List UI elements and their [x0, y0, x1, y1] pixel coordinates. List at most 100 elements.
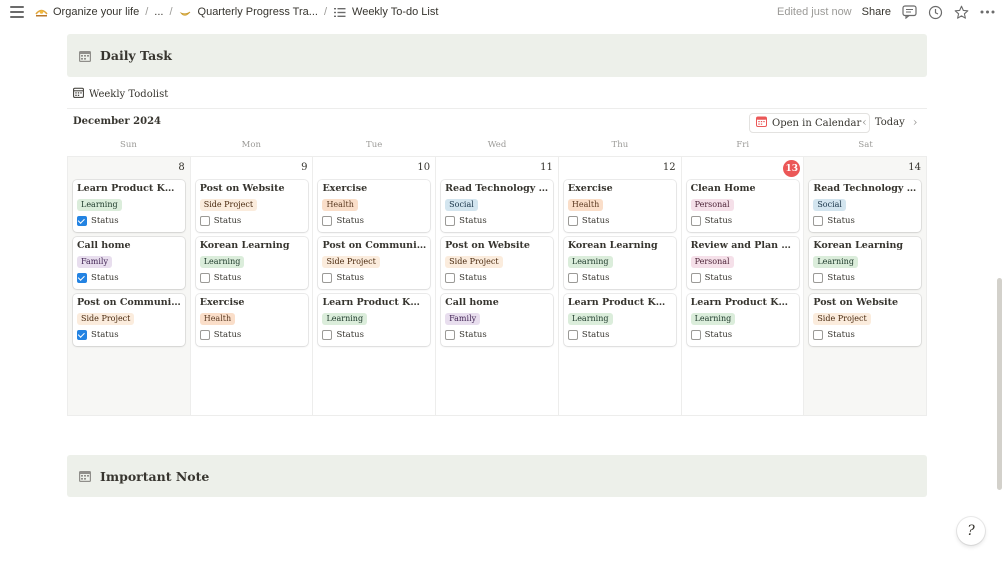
checkbox[interactable]	[322, 216, 333, 226]
task-card[interactable]: Post on Website Side Project Status	[195, 180, 308, 232]
task-card[interactable]: Exercise Health Status	[195, 294, 308, 346]
task-card[interactable]: Read Technology News Social Status	[809, 180, 922, 232]
category-tag: Learning	[322, 313, 368, 325]
task-card[interactable]: Review and Plan for ... Personal Status	[686, 237, 799, 289]
task-card[interactable]: Clean Home Personal Status	[686, 180, 799, 232]
open-in-calendar-button[interactable]: Open in Calendar	[749, 113, 871, 133]
task-card[interactable]: Learn Product Knowl... Learning Status	[563, 294, 676, 346]
chevron-right-icon[interactable]: ›	[913, 115, 918, 129]
task-card[interactable]: Learn Product Knowl... Learning Status	[73, 180, 185, 232]
checkbox[interactable]	[690, 216, 701, 226]
status-row: Status	[690, 216, 795, 226]
status-row: Status	[199, 330, 304, 340]
category-tag: Learning	[690, 313, 736, 325]
category-tag: Social	[445, 199, 478, 211]
task-title: Post on Website	[199, 183, 285, 194]
checkbox-checked[interactable]	[77, 330, 87, 340]
status-row: Status	[445, 216, 549, 226]
breadcrumb-item-weekly[interactable]: Weekly To-do List	[333, 5, 438, 19]
task-card[interactable]: Korean Learning Learning Status	[809, 237, 922, 289]
day-cell[interactable]: 11Read Technology NewsSocialStatusPost o…	[436, 157, 559, 415]
chevron-left-icon[interactable]: ‹	[862, 115, 867, 129]
breadcrumb-separator: /	[323, 6, 328, 18]
checkbox[interactable]	[445, 330, 456, 340]
menu-icon[interactable]	[10, 6, 24, 18]
more-icon[interactable]	[979, 4, 995, 20]
weekday-label: Fri	[736, 140, 750, 150]
task-title: Korean Learning	[567, 240, 658, 251]
task-card[interactable]: Korean Learning Learning Status	[563, 237, 676, 289]
weekday-label: Wed	[487, 140, 507, 150]
checkbox[interactable]	[199, 216, 210, 226]
day-cell[interactable]: 14Read Technology NewsSocialStatusKorean…	[804, 157, 928, 415]
checkbox[interactable]	[322, 330, 333, 340]
status-row: Status	[690, 273, 795, 283]
share-button[interactable]: Share	[862, 6, 891, 18]
checkbox[interactable]	[813, 330, 824, 340]
help-button[interactable]: ?	[957, 517, 985, 545]
breadcrumb-item-organize[interactable]: Organize your life	[34, 5, 139, 19]
day-cell[interactable]: 9 Post on Website Side Project Status Korean…	[191, 157, 314, 415]
checkbox[interactable]	[445, 216, 456, 226]
day-number: 8	[178, 162, 185, 173]
checkbox[interactable]	[690, 330, 701, 340]
breadcrumb-item-quarterly[interactable]: Quarterly Progress Tra...	[179, 5, 318, 19]
breadcrumb: Organize your life / ... / Quarterly Pro…	[34, 5, 438, 19]
status-row: Status	[567, 330, 672, 340]
task-title: Clean Home	[690, 183, 756, 194]
task-card[interactable]: Post on Community Side Project Status	[73, 294, 185, 346]
checkbox[interactable]	[199, 273, 210, 283]
checkbox-checked[interactable]	[77, 273, 87, 283]
category-tag: Personal	[690, 199, 734, 211]
checkbox[interactable]	[322, 273, 333, 283]
task-card[interactable]: Korean Learning Learning Status	[195, 237, 308, 289]
task-title: Post on Community	[77, 297, 181, 308]
task-card[interactable]: Call home Family Status	[73, 237, 185, 289]
checkbox[interactable]	[567, 330, 578, 340]
database-title[interactable]: Weekly Todolist	[73, 87, 168, 101]
task-card[interactable]: Post on Website Side Project Status	[441, 237, 554, 289]
day-cell[interactable]: 10 Exercise Health Status Post on Community S…	[313, 157, 437, 415]
task-title: Exercise	[567, 183, 613, 194]
checkbox[interactable]	[199, 330, 210, 340]
status-row: Status	[690, 330, 795, 340]
checkbox[interactable]	[813, 216, 824, 226]
history-icon[interactable]	[927, 4, 943, 20]
breadcrumb-item-ellipsis[interactable]: ...	[154, 6, 163, 18]
day-cell[interactable]: 13 Clean Home Personal Status Review and Pla…	[682, 157, 805, 415]
task-title: Learn Product Knowl...	[567, 297, 672, 308]
task-card[interactable]: Post on Website Side Project Status	[809, 294, 922, 346]
task-card[interactable]: Exercise Health Status	[318, 180, 431, 232]
checkbox[interactable]	[813, 273, 824, 283]
database-title-label: Weekly Todolist	[89, 88, 169, 100]
breadcrumb-label: ...	[154, 6, 164, 18]
category-tag: Learning	[77, 199, 122, 211]
task-card[interactable]: Exercise Health Status	[563, 180, 676, 232]
status-row: Status	[813, 330, 917, 340]
daily-task-callout: Daily Task	[67, 34, 927, 77]
status-row: Status	[199, 273, 304, 283]
month-label: December 2024	[73, 116, 162, 127]
task-card[interactable]: Read Technology News Social Status	[441, 180, 554, 232]
category-tag: Family	[445, 313, 481, 325]
task-card[interactable]: Learn Product Knowl... Learning Status	[686, 294, 799, 346]
top-bar: Organize your life / ... / Quarterly Pro…	[0, 0, 1005, 26]
comment-icon[interactable]	[901, 4, 917, 20]
scrollbar[interactable]	[997, 278, 1002, 490]
task-card[interactable]: Learn Product Knowl... Learning Status	[318, 294, 431, 346]
status-row: Status	[77, 273, 181, 283]
checkbox-checked[interactable]	[77, 216, 87, 226]
task-card[interactable]: Post on Community Side Project Status	[318, 237, 431, 289]
checkbox[interactable]	[567, 273, 578, 283]
checkbox[interactable]	[567, 216, 578, 226]
today-button[interactable]: Today	[875, 117, 905, 128]
day-cell[interactable]: 12 Exercise Health Status Korean Learning Lea…	[559, 157, 682, 415]
day-cell[interactable]: 8 Learn Product Knowl...LearningStatusCal…	[68, 157, 191, 415]
status-label: Status	[827, 330, 855, 340]
checkbox[interactable]	[445, 273, 456, 283]
task-card[interactable]: Call home Family Status	[441, 294, 554, 346]
weekday-label: Tue	[366, 140, 383, 150]
star-icon[interactable]	[953, 4, 969, 20]
status-label: Status	[459, 330, 487, 340]
checkbox[interactable]	[690, 273, 701, 283]
